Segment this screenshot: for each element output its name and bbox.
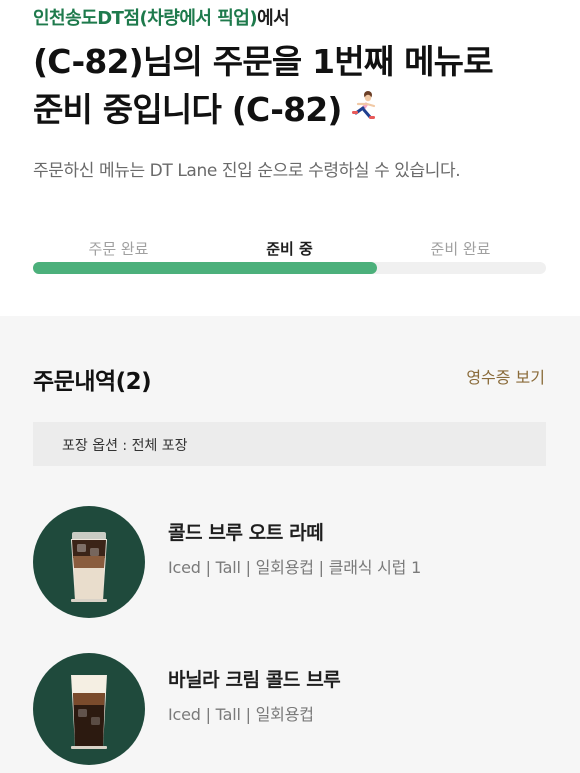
packaging-option-box: 포장 옵션 : 전체 포장 [33, 422, 546, 466]
store-suffix: 에서 [257, 8, 290, 29]
order-history-title: 주문내역(2) [33, 369, 152, 395]
order-item: 바닐라 크림 콜드 브루 Iced | Tall | 일회용컵 [33, 653, 546, 765]
headline-line-2: 준비 중입니다 (C-82) [33, 86, 563, 136]
person-running-icon [346, 88, 380, 136]
step-preparing: 준비 중 [266, 240, 313, 258]
vanilla-cream-cold-brew-image [33, 653, 145, 765]
cold-brew-oat-latte-image [33, 506, 145, 618]
store-name: 인천송도DT점(차량에서 픽업) [33, 8, 258, 29]
item-options: Iced | Tall | 일회용컵 | 클래식 시럽 1 [168, 558, 422, 577]
headline-line-2-text: 준비 중입니다 (C-82) [33, 90, 343, 129]
step-ready: 준비 완료 [430, 240, 491, 258]
pickup-instructions: 주문하신 메뉴는 DT Lane 진입 순으로 수령하실 수 있습니다. [33, 161, 461, 181]
item-name: 콜드 브루 오트 라떼 [168, 522, 324, 544]
store-line: 인천송도DT점(차량에서 픽업)에서 [33, 4, 290, 30]
page-title: (C-82)님의 주문을 1번째 메뉴로 준비 중입니다 (C-82) [33, 38, 563, 136]
progress-bar-fill [33, 262, 377, 274]
item-name: 바닐라 크림 콜드 브루 [168, 669, 341, 691]
order-item: 콜드 브루 오트 라떼 Iced | Tall | 일회용컵 | 클래식 시럽 … [33, 506, 546, 618]
status-header: 인천송도DT점(차량에서 픽업)에서 (C-82)님의 주문을 1번째 메뉴로 … [0, 0, 580, 316]
item-options: Iced | Tall | 일회용컵 [168, 705, 314, 724]
step-order-complete: 주문 완료 [88, 240, 149, 258]
progress-steps: 주문 완료 준비 중 준비 완료 [33, 238, 546, 260]
progress-bar [33, 262, 546, 274]
order-details-section: 주문내역(2) 영수증 보기 포장 옵션 : 전체 포장 콜드 브루 오트 라떼… [0, 316, 580, 773]
view-receipt-link[interactable]: 영수증 보기 [466, 364, 545, 388]
packaging-option-label: 포장 옵션 : 전체 포장 [62, 438, 188, 454]
headline-line-1: (C-82)님의 주문을 1번째 메뉴로 [33, 42, 494, 81]
